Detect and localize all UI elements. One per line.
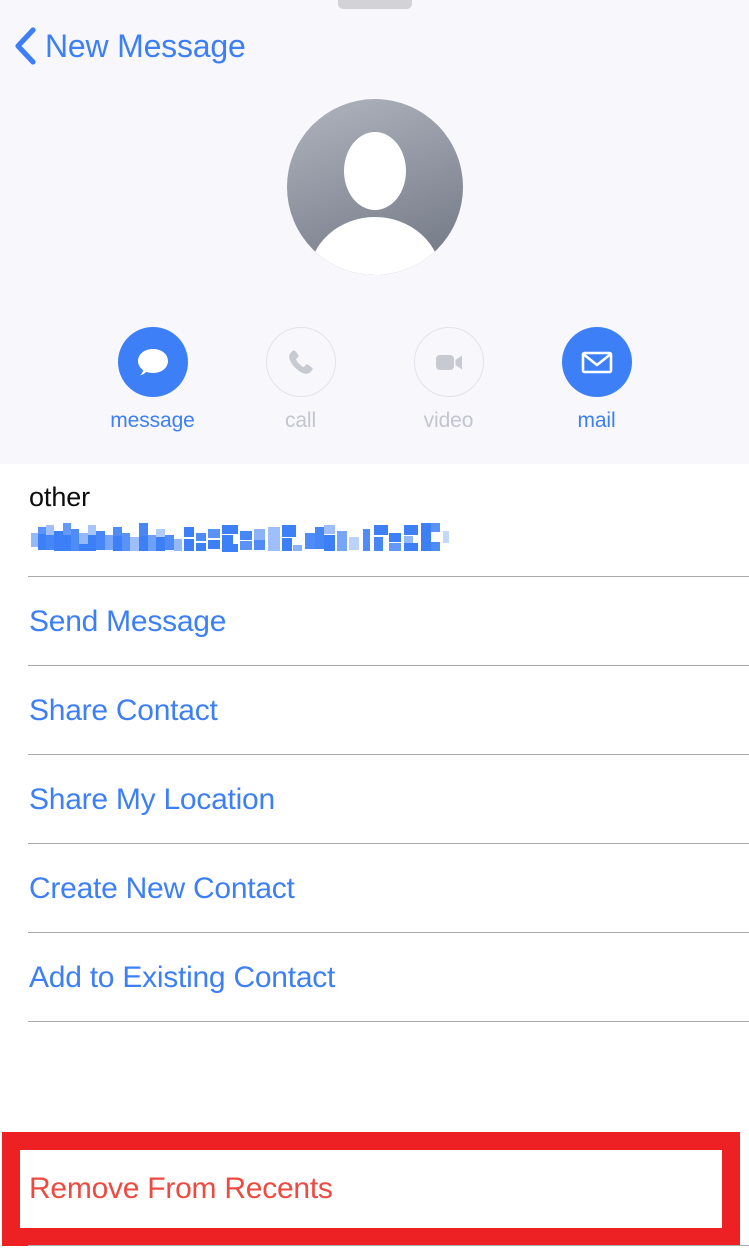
back-button-label: New Message bbox=[45, 27, 246, 64]
action-row-share-contact[interactable]: Share Contact bbox=[0, 666, 749, 755]
message-bubble-icon bbox=[137, 349, 168, 376]
sheet-grabber-handle[interactable] bbox=[337, 0, 412, 9]
quick-action-call-label: call bbox=[284, 409, 317, 432]
action-row-label: Share My Location bbox=[29, 782, 275, 816]
chevron-left-icon bbox=[15, 27, 36, 65]
quick-action-message[interactable]: message bbox=[110, 327, 195, 433]
action-row-label: Remove From Recents bbox=[29, 1172, 333, 1205]
action-row-label: Create New Contact bbox=[29, 871, 295, 905]
mail-button-circle[interactable] bbox=[561, 327, 632, 397]
action-row-label: Share Contact bbox=[29, 693, 218, 727]
bottom-divider bbox=[28, 1245, 749, 1247]
action-row-label: Send Message bbox=[29, 604, 227, 638]
quick-action-video-label: video bbox=[423, 409, 474, 432]
redacted-email-pixelation bbox=[31, 523, 449, 552]
email-row[interactable]: other bbox=[0, 464, 749, 577]
quick-action-call[interactable]: call bbox=[265, 327, 337, 433]
email-row-label: other bbox=[29, 482, 91, 512]
action-row-create-new-contact[interactable]: Create New Contact bbox=[0, 844, 749, 933]
quick-action-video[interactable]: video bbox=[413, 327, 485, 433]
quick-action-mail-label: mail bbox=[577, 409, 616, 432]
action-row-send-message[interactable]: Send Message bbox=[0, 577, 749, 666]
phone-icon bbox=[288, 350, 313, 374]
row-divider bbox=[28, 1020, 749, 1022]
action-row-share-my-location[interactable]: Share My Location bbox=[0, 755, 749, 844]
back-button[interactable]: New Message bbox=[14, 20, 246, 72]
action-row-remove-from-recents[interactable]: Remove From Recents bbox=[0, 1132, 749, 1246]
quick-action-message-label: message bbox=[110, 409, 195, 432]
quick-actions-row: message call video mail bbox=[0, 327, 749, 433]
envelope-icon bbox=[581, 351, 612, 374]
avatar bbox=[286, 99, 463, 275]
contact-details-list: other Send Message Share Contact Share M… bbox=[0, 464, 749, 1022]
person-placeholder-avatar-icon bbox=[286, 99, 463, 275]
email-row-value bbox=[29, 519, 749, 559]
quick-action-mail[interactable]: mail bbox=[561, 327, 633, 433]
contact-header: New Message message call video mail bbox=[0, 0, 749, 464]
video-camera-icon bbox=[435, 355, 462, 370]
action-row-add-to-existing-contact[interactable]: Add to Existing Contact bbox=[0, 933, 749, 1022]
call-button-circle[interactable] bbox=[265, 327, 336, 397]
action-row-label: Add to Existing Contact bbox=[29, 960, 336, 994]
contact-detail-screen: New Message message call video mail othe… bbox=[0, 0, 749, 1253]
message-button-circle[interactable] bbox=[117, 327, 188, 397]
video-button-circle[interactable] bbox=[413, 327, 484, 397]
